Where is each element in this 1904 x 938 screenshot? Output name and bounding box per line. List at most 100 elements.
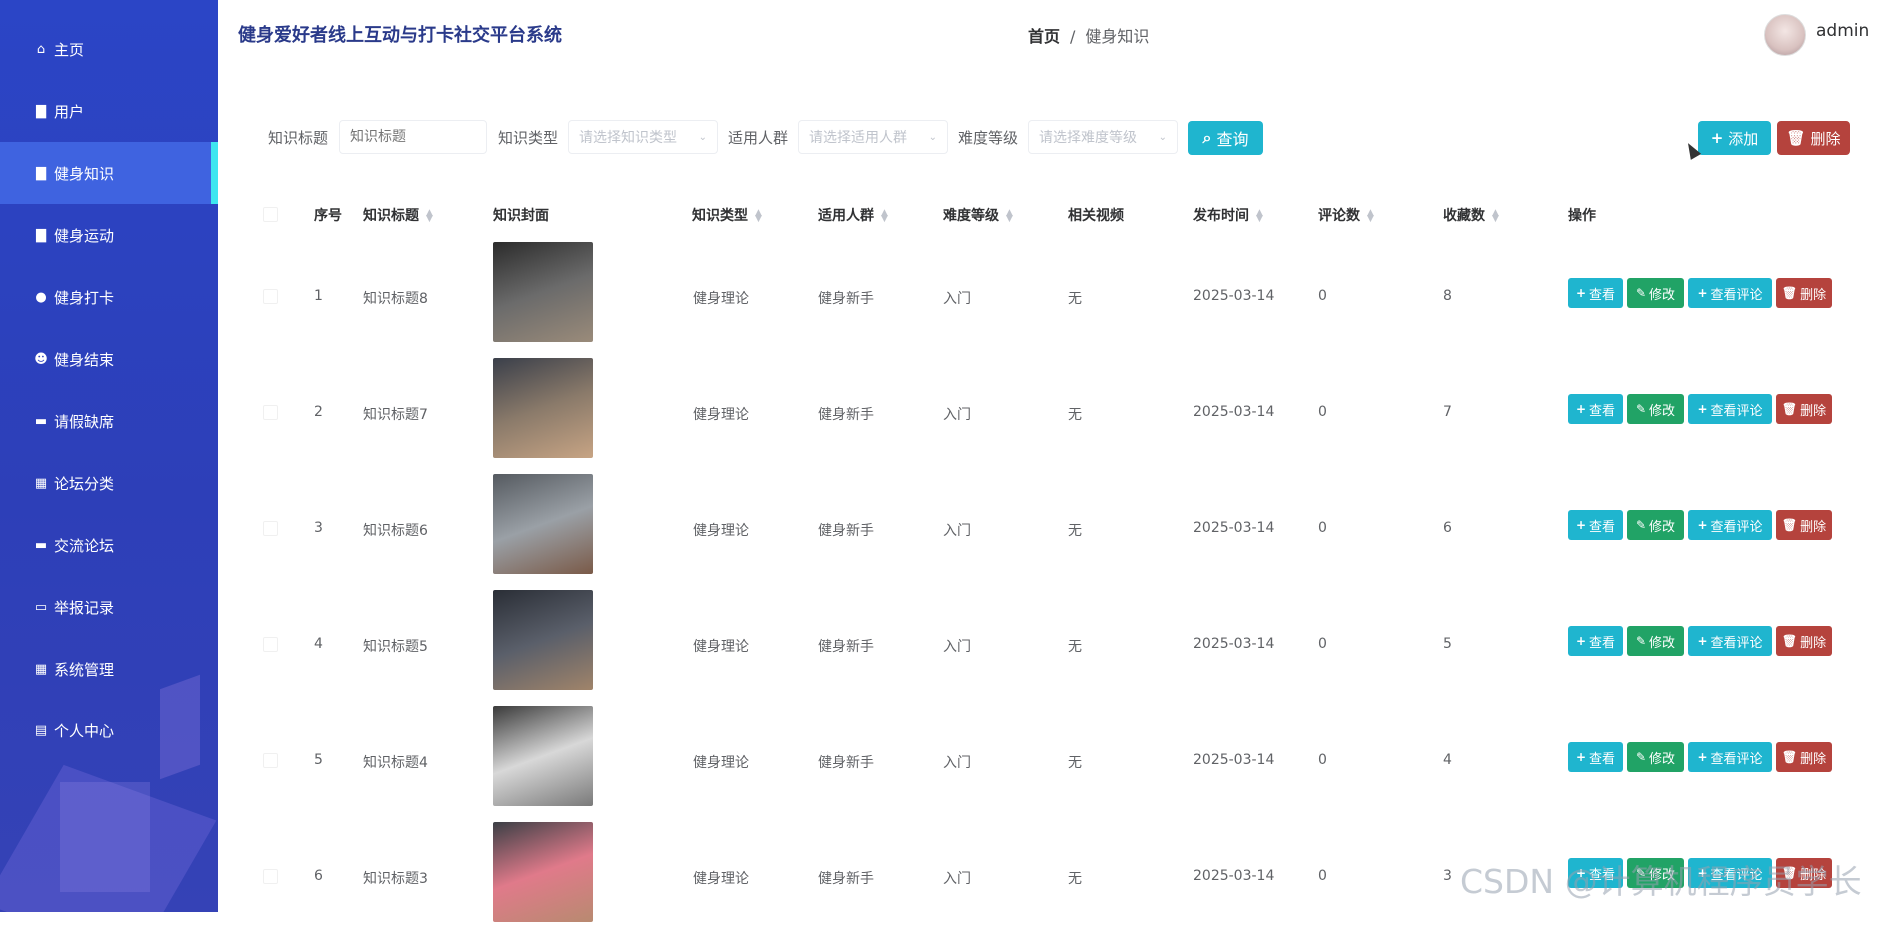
sidebar-item-finish[interactable]: ☻ 健身结束 [0,328,218,390]
sidebar-item-forum-category[interactable]: ▦ 论坛分类 [0,452,218,514]
crowd-select-placeholder: 请选择适用人群 [809,130,907,146]
delete-button[interactable]: 🗑 删除 [1776,278,1832,308]
view-button[interactable]: + 查看 [1568,626,1623,656]
query-button-label: 查询 [1216,130,1249,149]
view-comments-button[interactable]: + 查看评论 [1688,394,1772,424]
batch-delete-button[interactable]: 🗑 删除 [1777,121,1850,155]
chevron-down-icon: ⌄ [1158,131,1167,143]
view-comments-button[interactable]: + 查看评论 [1688,510,1772,540]
level-select[interactable]: 请选择难度等级 ⌄ [1028,120,1178,154]
col-header-title[interactable]: 知识标题 ▲ ▼ [363,205,433,225]
sidebar-item-fitness-exercise[interactable]: ▇ 健身运动 [0,204,218,266]
plus-icon: + [1575,286,1587,300]
cell-type: 健身理论 [693,755,749,771]
row-checkbox[interactable] [263,753,278,768]
breadcrumb-home[interactable]: 首页 [1028,27,1060,46]
delete-button-label: 删除 [1800,287,1827,303]
view-comments-button[interactable]: + 查看评论 [1688,626,1772,656]
sidebar-item-system[interactable]: ▦ 系统管理 [0,638,218,700]
delete-button[interactable]: 🗑 删除 [1776,626,1832,656]
cell-favorites: 8 [1443,288,1452,304]
cell-title: 知识标题6 [363,523,428,539]
col-header-type-label: 知识类型 [692,208,748,224]
sidebar-item-profile[interactable]: ▤ 个人中心 [0,699,218,761]
col-header-type[interactable]: 知识类型 ▲ ▼ [692,205,762,225]
cell-index: 4 [314,636,323,652]
sort-icon[interactable]: ▲ ▼ [426,209,433,224]
plus-icon: + [1575,518,1587,532]
col-header-favorites[interactable]: 收藏数 ▲ ▼ [1443,205,1499,225]
edit-button-label: 修改 [1649,519,1676,535]
sidebar-item-reports[interactable]: ▭ 举报记录 [0,576,218,638]
crowd-select[interactable]: 请选择适用人群 ⌄ [798,120,948,154]
view-button[interactable]: + 查看 [1568,394,1623,424]
sidebar-item-label: 论坛分类 [54,474,115,493]
query-button[interactable]: ⌕ 查询 [1188,121,1263,155]
cell-crowd: 健身新手 [818,755,874,771]
col-header-crowd[interactable]: 适用人群 ▲ ▼ [818,205,888,225]
clipboard-check-icon: ▇ [36,165,46,181]
delete-button[interactable]: 🗑 删除 [1776,742,1832,772]
col-header-date[interactable]: 发布时间 ▲ ▼ [1193,205,1263,225]
edit-button[interactable]: ✎ 修改 [1627,626,1684,656]
row-checkbox[interactable] [263,869,278,884]
cell-comments: 0 [1318,868,1327,884]
sidebar-item-leave[interactable]: ▬ 请假缺席 [0,390,218,452]
col-header-comments[interactable]: 评论数 ▲ ▼ [1318,205,1374,225]
title-search-input[interactable] [339,120,487,154]
view-comments-button[interactable]: + 查看评论 [1688,278,1772,308]
title-filter-label: 知识标题 [268,129,329,147]
sort-icon[interactable]: ▲ ▼ [1006,209,1013,224]
edit-icon: ✎ [1635,518,1647,532]
grid-icon: ▦ [34,661,48,677]
col-header-crowd-label: 适用人群 [818,208,874,224]
cell-comments: 0 [1318,404,1327,420]
sidebar-item-forum[interactable]: ▬ 交流论坛 [0,514,218,576]
cell-favorites: 3 [1443,868,1452,884]
table-row: 3 知识标题6 健身理论 健身新手 入门无 2025-03-14 0 6 + 查看 ✎ 修改 + 查看评论… [260,474,1880,590]
plus-icon: + [1575,634,1587,648]
table-row: 2 知识标题7 健身理论 健身新手 入门无 2025-03-14 0 7 + 查看 ✎ 修改 + 查看评论… [260,358,1880,474]
sidebar-item-fitness-knowledge[interactable]: ▇ 健身知识 [0,142,218,204]
sidebar-item-home[interactable]: ⌂ 主页 [0,18,218,80]
edit-button-label: 修改 [1649,635,1676,651]
avatar[interactable] [1764,14,1806,56]
view-button[interactable]: + 查看 [1568,278,1623,308]
sidebar-item-label: 个人中心 [54,721,115,740]
sort-icon[interactable]: ▲ ▼ [1256,209,1263,224]
select-all-checkbox[interactable] [263,207,278,222]
row-checkbox[interactable] [263,637,278,652]
username[interactable]: admin [1816,21,1869,41]
edit-button[interactable]: ✎ 修改 [1627,510,1684,540]
table-row: 1 知识标题8 健身理论 健身新手 入门无 2025-03-14 0 8 + 查看 ✎ 修改 + 查看评论… [260,242,1880,358]
edit-icon: ✎ [1635,634,1647,648]
sidebar-item-checkin[interactable]: ● 健身打卡 [0,266,218,328]
view-button-label: 查看 [1589,635,1616,651]
view-button[interactable]: + 查看 [1568,742,1623,772]
sort-icon[interactable]: ▲ ▼ [881,209,888,224]
row-checkbox[interactable] [263,289,278,304]
row-checkbox[interactable] [263,405,278,420]
sidebar-item-users[interactable]: ▇ 用户 [0,80,218,142]
sort-icon[interactable]: ▲ ▼ [1367,209,1374,224]
trash-icon: 🗑 [1781,750,1798,764]
view-button-label: 查看 [1589,519,1616,535]
add-button[interactable]: + 添加 [1698,121,1771,155]
view-comments-button-label: 查看评论 [1710,403,1763,419]
edit-button[interactable]: ✎ 修改 [1627,394,1684,424]
sidebar-item-label: 请假缺席 [54,412,115,431]
type-select[interactable]: 请选择知识类型 ⌄ [568,120,718,154]
view-button[interactable]: + 查看 [1568,510,1623,540]
edit-button[interactable]: ✎ 修改 [1627,278,1684,308]
cell-title: 知识标题8 [363,291,428,307]
col-header-level[interactable]: 难度等级 ▲ ▼ [943,205,1013,225]
row-checkbox[interactable] [263,521,278,536]
cover-image [493,358,593,458]
cover-image [493,822,593,922]
sort-icon[interactable]: ▲ ▼ [1492,209,1499,224]
edit-button[interactable]: ✎ 修改 [1627,742,1684,772]
delete-button[interactable]: 🗑 删除 [1776,510,1832,540]
delete-button[interactable]: 🗑 删除 [1776,394,1832,424]
view-comments-button[interactable]: + 查看评论 [1688,742,1772,772]
sort-icon[interactable]: ▲ ▼ [755,209,762,224]
